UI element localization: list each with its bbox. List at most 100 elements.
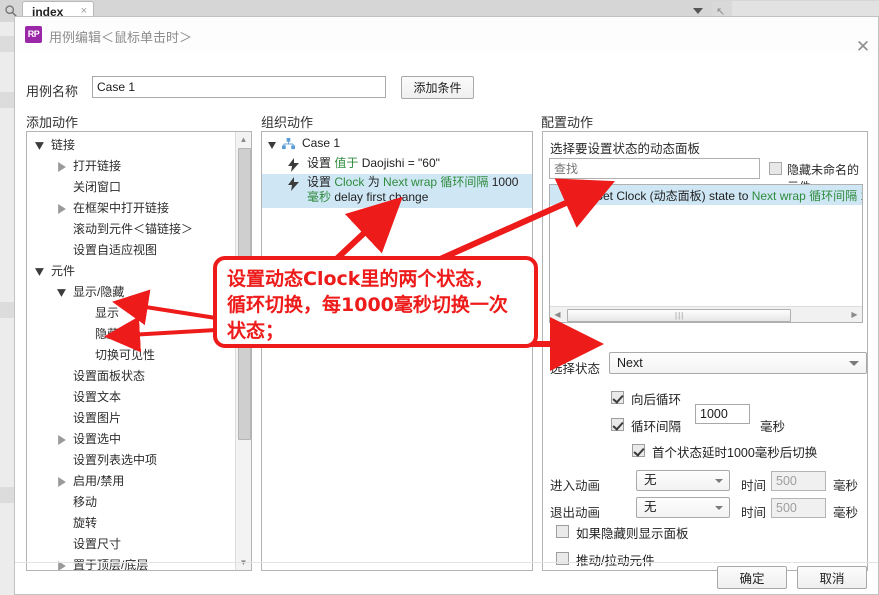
- tree-item-label: 设置选中: [73, 432, 122, 446]
- caret-down-icon[interactable]: [35, 141, 45, 151]
- tree-item-1[interactable]: 打开链接: [27, 156, 232, 177]
- chevron-down-icon[interactable]: [692, 6, 704, 16]
- rail-icon-4[interactable]: [0, 487, 14, 503]
- exit-animation-value: 无: [644, 500, 657, 514]
- caret-right-icon[interactable]: [57, 162, 67, 172]
- enter-time-unit: 毫秒: [833, 479, 859, 493]
- action-row-1[interactable]: 设置 Clock 为 Next wrap 循环间隔 1000 毫秒 delay …: [262, 174, 532, 208]
- hide-unnamed-checkbox[interactable]: [769, 162, 782, 175]
- caret-down-icon[interactable]: [57, 288, 67, 298]
- tree-item-11[interactable]: 设置面板状态: [27, 366, 232, 387]
- tree-item-label: 设置图片: [73, 411, 122, 425]
- tree-item-20[interactable]: 置于顶层/底层: [27, 555, 232, 570]
- loop-interval-input[interactable]: [695, 404, 750, 424]
- tree-item-12[interactable]: 设置文本: [27, 387, 232, 408]
- scroll-left-icon[interactable]: ◀: [550, 307, 565, 322]
- rail-icon-3[interactable]: [0, 302, 14, 318]
- push-pull-checkbox[interactable]: [556, 552, 569, 565]
- exit-animation-label: 退出动画: [550, 506, 601, 520]
- caret-right-icon[interactable]: [57, 435, 67, 445]
- tree-item-19[interactable]: 设置尺寸: [27, 534, 232, 555]
- tree-item-label: 旋转: [73, 516, 98, 530]
- annotation-text: 设置动态Clock里的两个状态， 循环切换，每1000毫秒切换一次 状态；: [227, 266, 537, 344]
- tree-item-label: 打开链接: [73, 159, 122, 173]
- widget-search-input[interactable]: [549, 158, 760, 179]
- enter-time-label: 时间: [741, 479, 767, 493]
- loop-back-checkbox[interactable]: [611, 391, 624, 404]
- tree-item-3[interactable]: 在框架中打开链接: [27, 198, 232, 219]
- tree-item-label: 显示: [95, 306, 120, 320]
- configure-action-panel: 选择要设置状态的动态面板 隐藏未命名的元件 Set Clock (动态面板) s…: [542, 131, 868, 571]
- case-name-input[interactable]: [92, 76, 386, 98]
- list-item-set-clock[interactable]: Set Clock (动态面板) state to Next wrap 循环间隔…: [550, 185, 862, 205]
- state-dropdown[interactable]: Next: [609, 352, 867, 374]
- tree-item-label: 在框架中打开链接: [73, 201, 170, 215]
- tree-item-16[interactable]: 启用/禁用: [27, 471, 232, 492]
- set-clock-checkbox[interactable]: [575, 189, 587, 201]
- enter-animation-dropdown[interactable]: 无: [636, 470, 730, 491]
- configure-action-heading: 配置动作: [541, 115, 594, 130]
- tree-item-label: 链接: [51, 138, 76, 152]
- cancel-button[interactable]: 取消: [797, 566, 867, 589]
- dynamic-panel-list[interactable]: Set Clock (动态面板) state to Next wrap 循环间隔…: [549, 184, 863, 323]
- caret-down-icon[interactable]: [268, 141, 277, 150]
- caret-right-icon[interactable]: [57, 477, 67, 487]
- scroll-right-icon[interactable]: ▶: [847, 307, 862, 322]
- tree-item-label: 设置自适应视图: [73, 243, 158, 257]
- tree-item-label: 切换可见性: [95, 348, 156, 362]
- tree-item-label: 元件: [51, 264, 76, 278]
- annotation-line: 设置动态Clock里的两个状态，: [227, 268, 494, 290]
- first-delay-checkbox[interactable]: [632, 444, 645, 457]
- enter-animation-label: 进入动画: [550, 479, 601, 493]
- tree-vertical-scrollbar[interactable]: ▲ ▼: [235, 132, 251, 570]
- caret-right-icon[interactable]: [57, 204, 67, 214]
- scrollbar-thumb-horizontal[interactable]: |||: [567, 309, 791, 322]
- enter-animation-value: 无: [644, 473, 657, 487]
- tree-item-8[interactable]: 显示: [27, 303, 232, 324]
- tree-item-13[interactable]: 设置图片: [27, 408, 232, 429]
- footer-divider: [15, 562, 878, 563]
- case-node-icon: [282, 138, 295, 150]
- add-action-tree[interactable]: 链接打开链接关闭窗口在框架中打开链接滚动到元件＜锚链接＞ 设置自适应视图元件显示/…: [26, 131, 252, 571]
- tree-item-7[interactable]: 显示/隐藏: [27, 282, 232, 303]
- rail-icon-2[interactable]: [0, 92, 14, 108]
- tree-item-label: 设置尺寸: [73, 537, 122, 551]
- caret-down-icon[interactable]: [35, 267, 45, 277]
- add-condition-button[interactable]: 添加条件: [401, 76, 474, 99]
- rail-icon-1[interactable]: [0, 36, 14, 52]
- tree-item-10[interactable]: 切换可见性: [27, 345, 232, 366]
- close-icon[interactable]: ✕: [853, 37, 873, 57]
- lightning-bolt-icon: [288, 177, 299, 191]
- scroll-up-icon[interactable]: ▲: [236, 132, 251, 147]
- tree-item-label: 设置列表选中项: [73, 453, 158, 467]
- tree-item-6[interactable]: 元件: [27, 261, 232, 282]
- organize-action-heading: 组织动作: [261, 115, 314, 130]
- tree-item-15[interactable]: 设置列表选中项: [27, 450, 232, 471]
- enter-time-input[interactable]: [771, 471, 826, 491]
- tree-item-label: 显示/隐藏: [73, 285, 125, 299]
- chevron-down-icon: [849, 361, 859, 366]
- exit-time-input[interactable]: [771, 498, 826, 518]
- annotation-line: 状态；: [227, 320, 285, 342]
- tree-item-18[interactable]: 旋转: [27, 513, 232, 534]
- tree-item-4[interactable]: 滚动到元件＜锚链接＞: [27, 219, 232, 240]
- loop-interval-checkbox[interactable]: [611, 418, 624, 431]
- tree-item-2[interactable]: 关闭窗口: [27, 177, 232, 198]
- action-row-0[interactable]: 设置 值于 Daojishi = "60": [262, 155, 532, 174]
- list-horizontal-scrollbar[interactable]: ◀ ||| ▶: [550, 306, 862, 322]
- tree-item-0[interactable]: 链接: [27, 135, 232, 156]
- tree-item-9[interactable]: 隐藏: [27, 324, 232, 345]
- tree-item-label: 移动: [73, 495, 98, 509]
- ok-button[interactable]: 确定: [717, 566, 787, 589]
- exit-animation-dropdown[interactable]: 无: [636, 497, 730, 518]
- tree-item-17[interactable]: 移动: [27, 492, 232, 513]
- show-if-hidden-checkbox[interactable]: [556, 525, 569, 538]
- tree-item-14[interactable]: 设置选中: [27, 429, 232, 450]
- tree-item-label: 隐藏: [95, 327, 120, 341]
- organize-action-list[interactable]: Case 1 设置 值于 Daojishi = "60" 设置 Clock 为 N…: [261, 131, 533, 571]
- push-pull-label: 推动/拉动元件: [576, 554, 655, 568]
- case-tree-row[interactable]: Case 1: [262, 134, 532, 153]
- tree-item-label: 启用/禁用: [73, 474, 125, 488]
- tree-item-5[interactable]: 设置自适应视图: [27, 240, 232, 261]
- exit-time-label: 时间: [741, 506, 767, 520]
